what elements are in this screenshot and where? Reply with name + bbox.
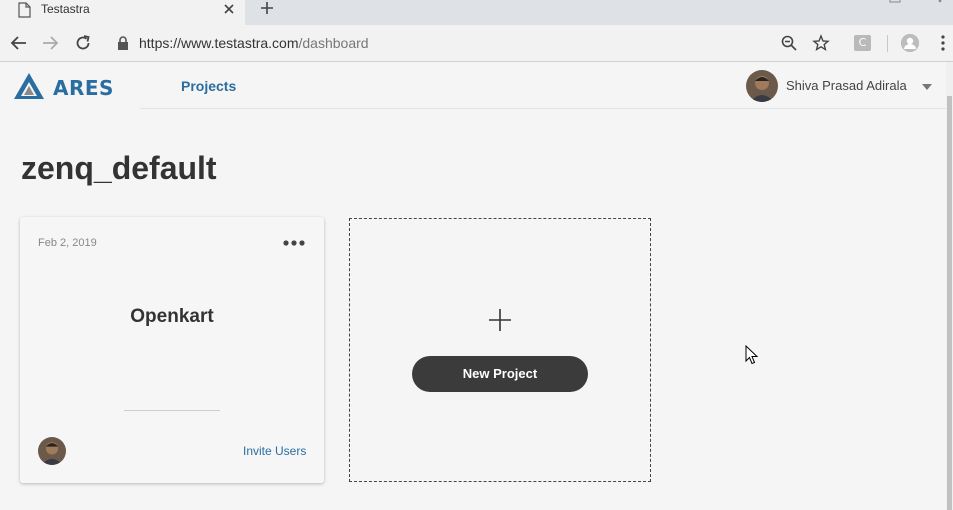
user-name[interactable]: Shiva Prasad Adirala: [786, 78, 907, 93]
menu-dots-icon[interactable]: [934, 34, 952, 52]
back-arrow-icon[interactable]: [10, 34, 28, 52]
window-close-icon[interactable]: [933, 0, 947, 4]
extension-icon[interactable]: C: [854, 35, 871, 51]
card-divider: [124, 410, 220, 411]
address-bar[interactable]: https://www.testastra.com/dashboard: [139, 35, 369, 51]
project-card[interactable]: Feb 2, 2019 Openkart Invite Users: [20, 217, 324, 483]
brand-name[interactable]: ARES: [53, 76, 114, 100]
new-project-button[interactable]: New Project: [412, 356, 588, 392]
minimize-icon[interactable]: [889, 0, 901, 4]
ares-logo-icon[interactable]: [13, 72, 45, 100]
bookmark-star-icon[interactable]: [812, 34, 830, 52]
new-tab-icon[interactable]: [259, 0, 275, 16]
page-content: ARES Projects Shiva Prasad Adirala zenq_…: [0, 62, 946, 510]
mouse-cursor-icon: [745, 345, 759, 365]
invite-users-link[interactable]: Invite Users: [243, 444, 306, 458]
close-icon[interactable]: [221, 1, 237, 17]
new-project-card[interactable]: New Project: [349, 218, 651, 482]
toolbar-divider: [887, 35, 888, 52]
nav-projects-link[interactable]: Projects: [181, 78, 236, 94]
scrollbar-thumb[interactable]: [947, 96, 952, 510]
user-photo-icon: [38, 437, 66, 465]
forward-arrow-icon[interactable]: [41, 34, 59, 52]
browser-profile-icon[interactable]: [901, 34, 919, 52]
reload-icon[interactable]: [74, 34, 92, 52]
project-date: Feb 2, 2019: [38, 237, 97, 249]
url-path: /dashboard: [298, 35, 369, 51]
person-icon: [901, 34, 919, 52]
header-divider: [140, 108, 946, 109]
browser-tabstrip: Testastra: [0, 0, 953, 25]
chevron-down-icon[interactable]: [922, 84, 932, 90]
url-host: https://www.testastra.com: [139, 35, 299, 51]
zoom-icon[interactable]: [780, 34, 798, 52]
user-photo-icon: [746, 70, 778, 102]
document-icon: [18, 2, 31, 18]
browser-toolbar: https://www.testastra.com/dashboard C: [0, 25, 953, 62]
lock-icon: [118, 36, 128, 50]
page-title: zenq_default: [21, 150, 217, 186]
browser-tab[interactable]: Testastra: [0, 0, 245, 25]
plus-icon[interactable]: [488, 308, 512, 332]
user-avatar[interactable]: [746, 70, 778, 102]
project-name[interactable]: Openkart: [20, 306, 324, 328]
more-options-icon[interactable]: [282, 239, 306, 247]
tab-title: Testastra: [41, 2, 90, 16]
project-member-avatar[interactable]: [38, 437, 66, 465]
